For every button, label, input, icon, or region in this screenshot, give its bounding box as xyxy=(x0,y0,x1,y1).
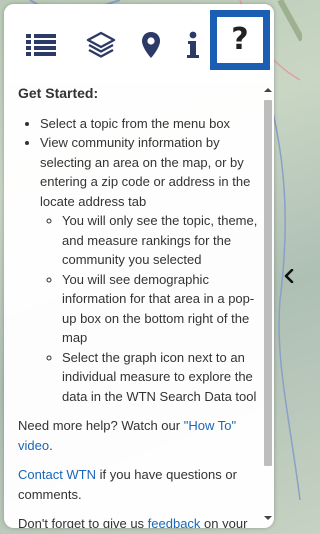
feedback-paragraph: Don't forget to give us feedback on your… xyxy=(18,514,260,528)
sub-list-item-text: You will see demographic information for… xyxy=(62,271,255,346)
question-icon: ? xyxy=(231,22,249,57)
triangle-up-icon xyxy=(264,88,272,92)
sub-list-item-text: You will only see the topic, theme, and … xyxy=(62,213,258,267)
more-help-end: . xyxy=(49,437,53,453)
help-panel: ? Get Started: Select a topic from the m… xyxy=(4,4,274,528)
locate-address-button[interactable] xyxy=(130,24,172,66)
feedback-link[interactable]: feedback xyxy=(148,516,201,528)
sub-list: You will only see the topic, theme, and … xyxy=(40,211,260,406)
contact-wtn-link[interactable]: Contact WTN xyxy=(18,467,96,482)
help-button[interactable]: ? xyxy=(210,10,270,70)
list-item-text: Select a topic from the menu box xyxy=(40,115,231,131)
sub-list-item: You will see demographic information for… xyxy=(62,270,260,348)
topics-menu-button[interactable] xyxy=(20,24,62,66)
more-help-text: Need more help? Watch our xyxy=(18,418,184,433)
help-content: Get Started: Select a topic from the men… xyxy=(4,76,260,528)
get-started-list: Select a topic from the menu box View co… xyxy=(18,114,260,407)
contact-paragraph: Contact WTN if you have questions or com… xyxy=(18,465,260,504)
sub-list-item: You will only see the topic, theme, and … xyxy=(62,211,260,270)
layers-button[interactable] xyxy=(80,24,122,66)
triangle-down-icon xyxy=(264,516,272,520)
info-button[interactable] xyxy=(172,24,214,66)
list-icon xyxy=(26,33,56,57)
help-heading: Get Started: xyxy=(18,85,99,101)
sub-list-item-text: Select the graph icon next to an individ… xyxy=(62,349,257,404)
list-item-text: View community information by selecting … xyxy=(40,135,251,209)
panel-toolbar: ? xyxy=(4,4,274,82)
list-item: View community information by selecting … xyxy=(40,133,260,406)
content-scrollbar[interactable] xyxy=(262,84,274,524)
collapse-panel-button[interactable] xyxy=(276,256,302,296)
chevron-left-icon xyxy=(284,269,294,283)
layers-icon xyxy=(86,31,116,59)
scroll-thumb[interactable] xyxy=(264,100,272,466)
feedback-text: Don't forget to give us xyxy=(18,516,148,528)
more-help-paragraph: Need more help? Watch our "How To" video… xyxy=(18,416,260,455)
scroll-up-arrow[interactable] xyxy=(262,84,274,96)
list-item: Select a topic from the menu box xyxy=(40,114,260,134)
map-marker-icon xyxy=(141,31,161,59)
sub-list-item: Select the graph icon next to an individ… xyxy=(62,348,260,407)
info-icon xyxy=(186,31,200,59)
scroll-down-arrow[interactable] xyxy=(262,512,274,524)
